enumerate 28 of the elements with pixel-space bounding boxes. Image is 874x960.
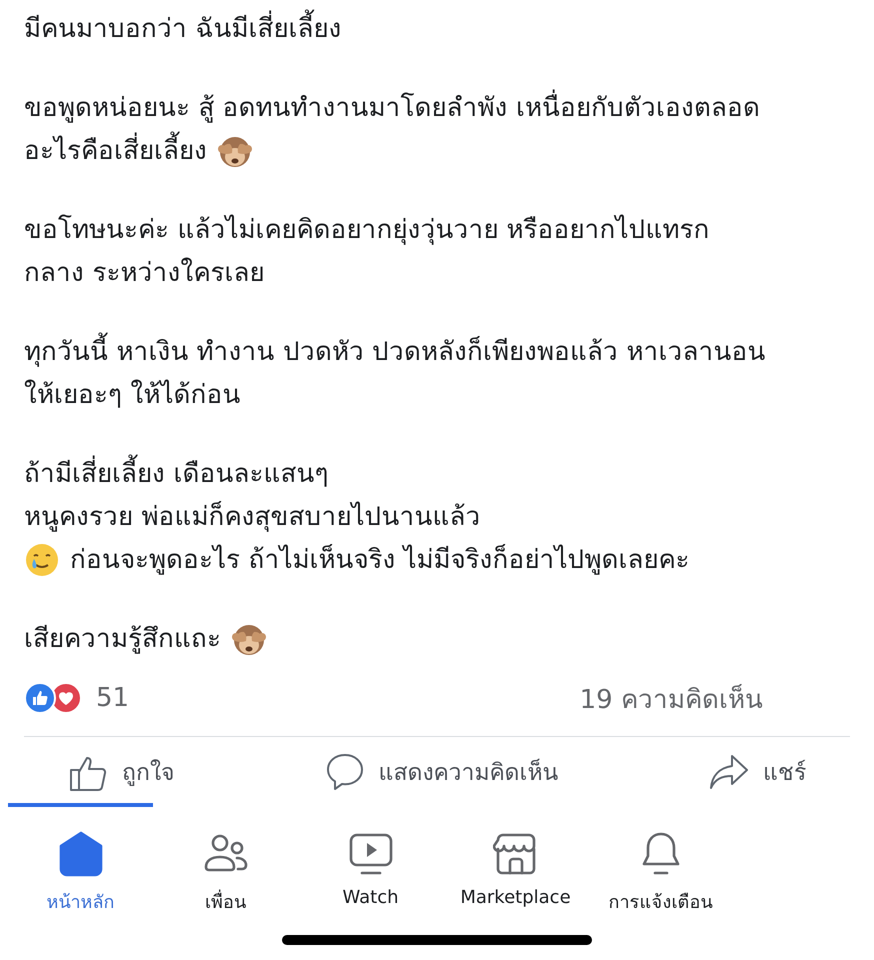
post-text-line: ถ้ามีเสี่ยเลี้ยง เดือนละแสนๆ [24, 454, 328, 494]
video-screen-icon [348, 831, 394, 877]
reaction-count[interactable]: 51 [96, 683, 130, 713]
like-button[interactable]: ถูกใจ [66, 748, 176, 796]
post-text-line: ขอพูดหน่อยนะ สู้ อดทนทำงานมาโดยลำพัง เหนื่อยกับตัวเองตลอด [24, 88, 760, 128]
nav-tab[interactable]: Marketplace [443, 803, 588, 916]
smiling-face-with-tear-icon [24, 542, 60, 578]
nav-tab[interactable]: การแจ้งเตือน [588, 803, 733, 916]
like-reaction-icon [24, 682, 56, 714]
home-icon [58, 831, 104, 877]
post-text-line: อะไรคือเสี่ยเลี้ยง [24, 130, 207, 170]
post-text-line: มีคนมาบอกว่า ฉันมีเสี่ยเลี้ยง [24, 8, 342, 48]
post-text-line: หนูคงรวย พ่อแม่ก็คงสุขสบายไปนานแล้ว [24, 500, 480, 534]
post-text-line: ขอโทษนะค่ะ แล้วไม่เคยคิดอยากยุ่งวุ่นวาย หรืออยากไปแทรก [24, 214, 710, 247]
post-text-line: ให้เยอะๆ ให้ได้ก่อน [24, 378, 240, 412]
comment-button[interactable]: แสดงความคิดเห็น [322, 748, 560, 796]
post-text-line: เสียความรู้สึกแถะ [24, 622, 221, 656]
nav-tab[interactable]: หน้าหลัก [8, 803, 153, 916]
comment-count[interactable]: 19 ความคิดเห็น [580, 678, 763, 718]
post-text-line: ก่อนจะพูดอะไร ถ้าไม่เห็นจริง ไม่มีจริงก็อย่าไปพูดเลยคะ [70, 543, 690, 577]
share-arrow-icon [709, 752, 749, 792]
post-text-line: กลาง ระหว่างใครเลย [24, 256, 264, 290]
speech-bubble-icon [324, 752, 364, 792]
storefront-icon [492, 831, 538, 877]
post-text-line: ทุกวันนี้ หาเงิน ทำงาน ปวดหัว ปวดหลังก็เพียงพอแล้ว หาเวลานอน [24, 332, 766, 372]
share-button[interactable]: แชร์ [707, 748, 808, 796]
nav-tab[interactable]: Watch [298, 803, 443, 916]
nav-tab[interactable]: เพื่อน [153, 803, 298, 916]
